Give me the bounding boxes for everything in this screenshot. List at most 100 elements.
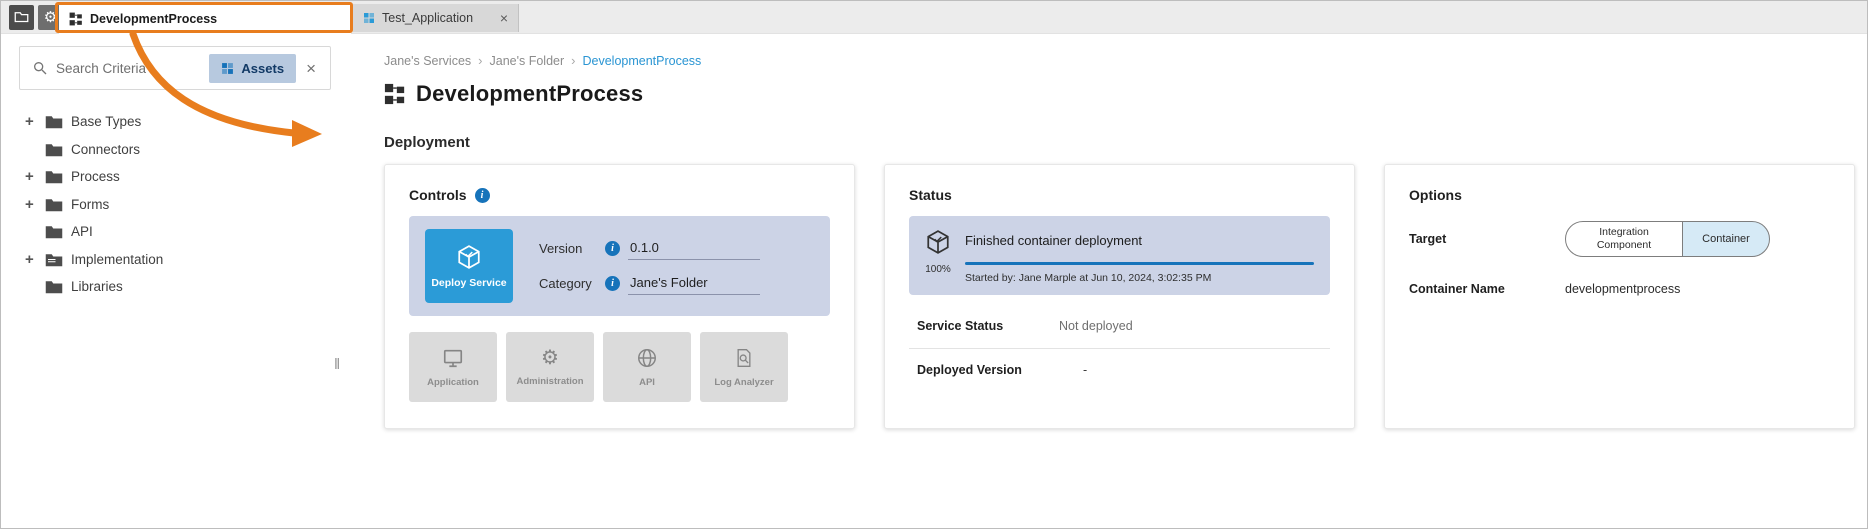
log-analyzer-button-label: Log Analyzer — [714, 377, 773, 388]
category-field-row: Category i Jane's Folder — [539, 273, 814, 295]
search-icon — [32, 60, 48, 76]
main-content: Jane's Services › Jane's Folder › Develo… — [384, 34, 1859, 528]
api-button-label: API — [639, 377, 655, 388]
status-card: Status 100% Finished container deploymen… — [884, 164, 1355, 429]
service-status-label: Service Status — [917, 319, 1059, 333]
tree-item-api[interactable]: API — [1, 218, 353, 246]
tab-development-process[interactable]: DevelopmentProcess — [59, 4, 351, 34]
folder-icon — [45, 279, 63, 294]
options-card-title: Options — [1409, 187, 1462, 203]
deploy-panel: Deploy Service Version i 0.1.0 Category … — [409, 216, 830, 316]
target-option-integration-component[interactable]: Integration Component — [1565, 221, 1683, 257]
deployed-version-row: Deployed Version - — [909, 363, 1330, 377]
expand-icon[interactable]: + — [25, 251, 45, 268]
info-icon[interactable]: i — [605, 276, 620, 291]
container-check-icon — [925, 229, 951, 255]
tab-test-application[interactable]: Test_Application × — [353, 4, 519, 32]
expand-icon[interactable]: + — [25, 168, 45, 185]
folder-lines-icon — [45, 252, 63, 267]
application-button[interactable]: Application — [409, 332, 497, 402]
tree-item-connectors[interactable]: Connectors — [1, 136, 353, 164]
tab-label: DevelopmentProcess — [90, 12, 217, 26]
breadcrumb: Jane's Services › Jane's Folder › Develo… — [384, 53, 1859, 68]
category-label: Category — [539, 276, 597, 291]
controls-card: Controls i Deploy Service Version i — [384, 164, 855, 429]
started-by-text: Started by: Jane Marple at Jun 10, 2024,… — [965, 272, 1314, 284]
administration-button[interactable]: ⚙ Administration — [506, 332, 594, 402]
app-window: ⚙ DevelopmentProcess Test_Application × — [0, 0, 1868, 529]
service-status-row: Service Status Not deployed — [909, 319, 1330, 333]
info-icon[interactable]: i — [605, 241, 620, 256]
status-card-title: Status — [909, 187, 952, 203]
options-card: Options Target Integration Component Con… — [1384, 164, 1855, 429]
tree-item-base-types[interactable]: + Base Types — [1, 108, 353, 136]
tree-item-label: Connectors — [71, 142, 140, 157]
version-input[interactable]: 0.1.0 — [628, 238, 760, 260]
assets-icon — [221, 62, 234, 75]
folder-icon — [45, 169, 63, 184]
tree-item-label: Process — [71, 169, 120, 184]
status-card-title-row: Status — [909, 187, 1330, 203]
files-button[interactable] — [9, 5, 34, 30]
tab-label: Test_Application — [382, 11, 473, 25]
chevron-right-icon: › — [571, 53, 575, 68]
page-title-row: DevelopmentProcess — [384, 81, 1859, 107]
asset-browser-sidebar: Assets × + Base Types Connectors + Proce… — [1, 34, 353, 528]
folder-icon — [14, 10, 29, 26]
breadcrumb-item[interactable]: Jane's Services — [384, 54, 471, 68]
deploy-service-button[interactable]: Deploy Service — [425, 229, 513, 303]
log-search-icon — [734, 347, 754, 369]
info-icon[interactable]: i — [475, 188, 490, 203]
deployed-version-label: Deployed Version — [917, 363, 1059, 377]
api-button[interactable]: API — [603, 332, 691, 402]
folder-icon — [45, 224, 63, 239]
target-option-container[interactable]: Container — [1682, 221, 1770, 257]
sidebar-resize-handle[interactable]: ‖ — [334, 356, 340, 373]
tree-item-implementation[interactable]: + Implementation — [1, 246, 353, 274]
status-icon-column: 100% — [925, 229, 951, 284]
deployment-cards: Controls i Deploy Service Version i — [384, 164, 1859, 429]
tree-item-process[interactable]: + Process — [1, 163, 353, 191]
close-icon[interactable]: × — [500, 11, 508, 25]
folder-icon — [45, 142, 63, 157]
controls-card-title-row: Controls i — [409, 187, 830, 203]
progress-percent: 100% — [925, 264, 951, 275]
close-icon[interactable]: × — [304, 60, 318, 77]
deploy-button-label: Deploy Service — [431, 277, 506, 289]
status-panel: 100% Finished container deployment Start… — [909, 216, 1330, 295]
expand-icon[interactable]: + — [25, 113, 45, 130]
status-message: Finished container deployment — [965, 233, 1314, 248]
progress-bar — [965, 262, 1314, 265]
log-analyzer-button[interactable]: Log Analyzer — [700, 332, 788, 402]
tree-item-forms[interactable]: + Forms — [1, 191, 353, 219]
globe-icon — [636, 347, 658, 369]
breadcrumb-item-current[interactable]: DevelopmentProcess — [583, 54, 702, 68]
version-field-row: Version i 0.1.0 — [539, 238, 814, 260]
category-input[interactable]: Jane's Folder — [628, 273, 760, 295]
container-name-value: developmentprocess — [1565, 282, 1680, 296]
deployed-version-value: - — [1059, 363, 1087, 377]
gears-icon: ⚙ — [541, 348, 559, 368]
expand-icon[interactable]: + — [25, 196, 45, 213]
deployment-section-heading: Deployment — [384, 134, 1859, 151]
search-input[interactable] — [56, 61, 201, 76]
chevron-right-icon: › — [478, 53, 482, 68]
application-icon — [441, 347, 465, 369]
top-tab-bar: ⚙ DevelopmentProcess Test_Application × — [1, 1, 1867, 34]
breadcrumb-item[interactable]: Jane's Folder — [490, 54, 565, 68]
tree-item-label: Libraries — [71, 279, 123, 294]
asset-tree: + Base Types Connectors + Process + Form… — [1, 108, 353, 301]
gear-icon: ⚙ — [44, 10, 57, 25]
page-title: DevelopmentProcess — [416, 81, 643, 107]
tree-item-label: Forms — [71, 197, 109, 212]
deploy-fields: Version i 0.1.0 Category i Jane's Folder — [539, 238, 814, 295]
target-label: Target — [1409, 232, 1565, 246]
assets-filter-chip[interactable]: Assets — [209, 54, 296, 83]
status-detail-column: Finished container deployment Started by… — [965, 229, 1314, 284]
application-grid-icon — [363, 12, 375, 24]
application-button-label: Application — [427, 377, 479, 388]
tree-item-libraries[interactable]: Libraries — [1, 273, 353, 301]
process-icon — [384, 83, 406, 105]
target-row: Target Integration Component Container — [1409, 221, 1830, 257]
tree-item-label: API — [71, 224, 93, 239]
